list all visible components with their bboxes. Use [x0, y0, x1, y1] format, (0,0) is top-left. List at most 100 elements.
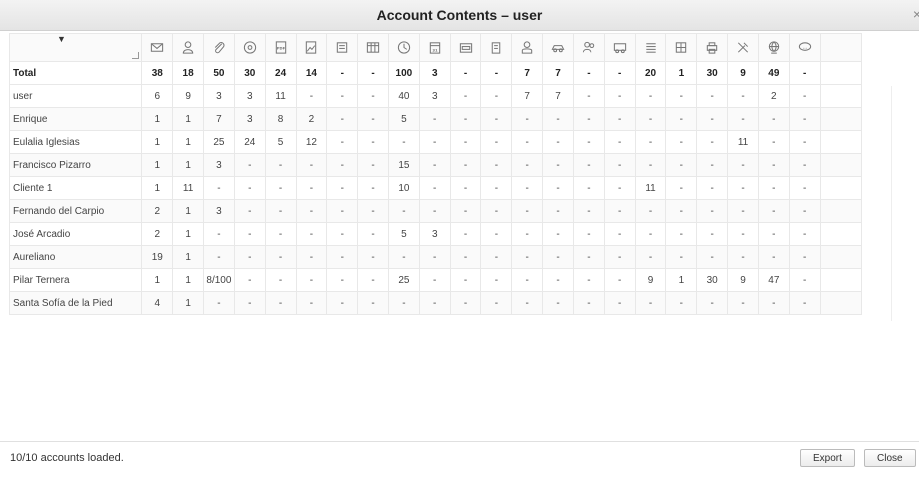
table-row[interactable]: Enrique 1 1 7 3 8 2- -5- - - - - - - - - - - - -	[8, 107, 863, 131]
table-row[interactable]: Santa Sofía de la Pied 4 1- - - - - - - - - - - - - - - -…	[8, 291, 863, 315]
count-cell: -	[757, 199, 790, 223]
column-header[interactable]	[295, 33, 328, 62]
column-header[interactable]	[572, 33, 605, 62]
account-name: Cliente 1	[8, 176, 143, 200]
close-icon[interactable]: ×	[913, 6, 919, 22]
column-header[interactable]	[233, 33, 266, 62]
column-header[interactable]: PDF	[264, 33, 297, 62]
column-header[interactable]	[326, 33, 359, 62]
count-cell: -	[788, 291, 821, 315]
count-cell: -	[387, 199, 420, 223]
count-cell: 7	[203, 107, 235, 131]
column-header[interactable]	[449, 33, 482, 62]
count-cell: 7	[542, 84, 574, 108]
count-cell: -	[264, 245, 297, 269]
count-cell: -	[326, 199, 359, 223]
table-row[interactable]: Fernando del Carpio 2 1 3- - - - - - - - - - - - - - - - - -…	[8, 199, 863, 223]
count-cell: -	[634, 130, 667, 154]
count-cell: 3	[203, 153, 235, 177]
count-cell: -	[572, 61, 605, 85]
count-cell: -	[727, 153, 759, 177]
count-cell: -	[511, 153, 544, 177]
count-cell: -	[295, 222, 328, 246]
count-cell: -	[233, 268, 266, 292]
export-button[interactable]: Export	[800, 449, 855, 467]
count-cell: -	[449, 199, 482, 223]
column-header[interactable]: 31	[418, 33, 451, 62]
count-cell: -	[788, 222, 821, 246]
count-cell: -	[511, 107, 544, 131]
count-cell: -	[418, 130, 451, 154]
count-cell: -	[295, 291, 328, 315]
count-cell: -	[449, 107, 482, 131]
table-row[interactable]: Cliente 1 1 11- - - - - -10- - - - - - -11- - - - -	[8, 176, 863, 200]
count-cell: -	[572, 130, 605, 154]
count-cell: -	[480, 199, 513, 223]
account-name: Total	[8, 61, 143, 85]
table-row[interactable]: user 6 9 3 3 11- - -40 3- -7 7- - - - - -2-	[8, 84, 863, 108]
count-cell: -	[696, 199, 729, 223]
table-row[interactable]: José Arcadio 2 1- - - - - -5 3- - - - - - - - - - - -	[8, 222, 863, 246]
count-cell: -	[203, 291, 235, 315]
calendar-icon: 31	[427, 40, 443, 55]
table-row[interactable]: Eulalia Iglesias 1 1 25 24 5 12- - - - - - - - - - - - -11…	[8, 130, 863, 154]
count-cell: -	[542, 268, 574, 292]
count-cell: -	[727, 84, 759, 108]
count-cell: -	[634, 245, 667, 269]
column-header[interactable]	[665, 33, 698, 62]
count-cell: -	[665, 84, 698, 108]
count-cell: -	[572, 153, 605, 177]
filler-cell	[819, 291, 863, 315]
count-cell: -	[480, 245, 513, 269]
total-row[interactable]: Total 38 18 50 30 24 14- -100 3- -7 7- -20 1 30 9 49-	[8, 61, 863, 85]
count-cell: -	[480, 130, 513, 154]
column-header[interactable]	[172, 33, 205, 62]
column-header[interactable]	[511, 33, 544, 62]
column-header[interactable]	[141, 33, 174, 62]
table-row[interactable]: Francisco Pizarro 1 1 3- - - - -15- - - - - - - - - - - - -	[8, 153, 863, 177]
column-header[interactable]	[603, 33, 636, 62]
name-column-header[interactable]: ▼	[8, 33, 143, 62]
count-cell: -	[295, 199, 328, 223]
close-button[interactable]: Close	[864, 449, 916, 467]
column-header[interactable]	[480, 33, 513, 62]
grid-icon	[673, 40, 689, 55]
count-cell: -	[542, 153, 574, 177]
status-text: 10/10 accounts loaded.	[10, 452, 124, 464]
column-header[interactable]	[387, 33, 420, 62]
count-cell: -	[264, 268, 297, 292]
count-cell: -	[264, 153, 297, 177]
count-cell: -	[696, 153, 729, 177]
column-header[interactable]	[634, 33, 667, 62]
count-cell: -	[449, 153, 482, 177]
count-cell: -	[295, 268, 328, 292]
table-row[interactable]: Pilar Ternera 1 1 8/100- - - - -25- - - - - - -9 1 30 9 4…	[8, 268, 863, 292]
count-cell: -	[727, 107, 759, 131]
count-cell: -	[511, 199, 544, 223]
column-header[interactable]: ...	[788, 33, 821, 62]
count-cell: -	[418, 268, 451, 292]
count-cell: -	[757, 107, 790, 131]
count-cell: -	[449, 222, 482, 246]
count-cell: -	[264, 222, 297, 246]
column-header[interactable]	[696, 33, 729, 62]
count-cell: -	[357, 199, 389, 223]
count-cell: -	[665, 130, 698, 154]
column-header[interactable]	[757, 33, 790, 62]
sort-caret-icon[interactable]: ▼	[57, 34, 66, 44]
table-row[interactable]: Aureliano 19 1- - - - - - - - - - - - - - - - - - - -	[8, 245, 863, 269]
count-cell: 30	[696, 61, 729, 85]
count-cell: -	[696, 291, 729, 315]
count-cell: 1	[172, 245, 205, 269]
column-header[interactable]	[203, 33, 235, 62]
count-cell: -	[357, 268, 389, 292]
column-header[interactable]	[357, 33, 389, 62]
count-cell: -	[326, 61, 359, 85]
count-cell: -	[449, 176, 482, 200]
column-header[interactable]	[727, 33, 759, 62]
count-cell: 18	[172, 61, 205, 85]
column-header[interactable]	[542, 33, 574, 62]
account-name: Santa Sofía de la Pied	[8, 291, 143, 315]
account-name: Aureliano	[8, 245, 143, 269]
column-menu-icon[interactable]	[132, 52, 140, 59]
